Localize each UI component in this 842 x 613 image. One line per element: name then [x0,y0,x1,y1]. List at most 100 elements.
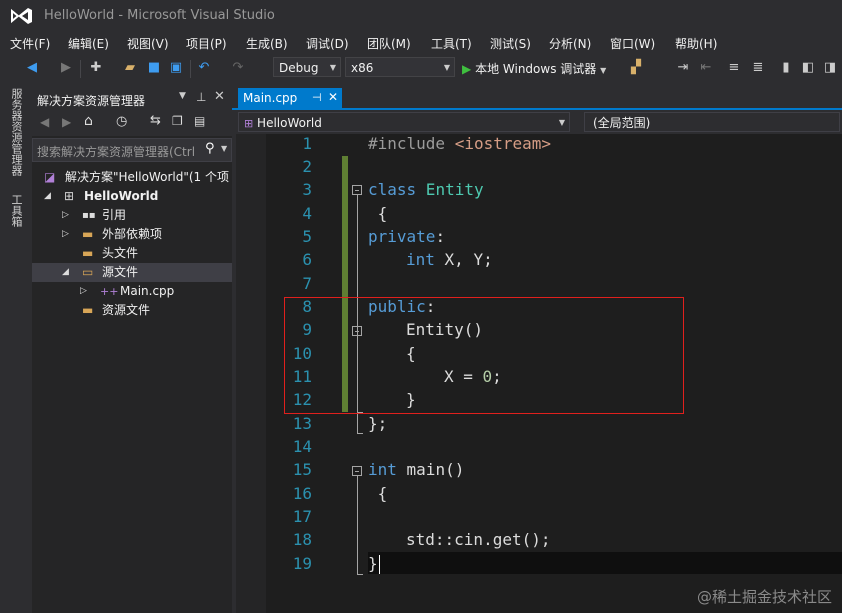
code-line-15[interactable]: int main() [368,460,464,479]
cpp-project-icon: ⊞ [244,117,254,130]
menu-view[interactable]: 视图(V) [127,35,169,52]
indicator-margin [236,134,266,613]
collapsed-arrow-icon[interactable]: ▷ [62,206,69,225]
menu-project[interactable]: 项目(P) [186,35,227,52]
member-scope-dropdown[interactable]: (全局范围) [584,112,840,132]
step-over-icon[interactable]: ⇤ [698,60,714,76]
browse-icon[interactable]: ▞ [628,60,644,76]
collapsed-arrow-icon[interactable]: ▷ [62,225,69,244]
menu-window[interactable]: 窗口(W) [610,35,655,52]
navigation-bar: ⊞ HelloWorld ▼ (全局范围) [232,110,842,134]
tree-item-references[interactable]: ▷ ▪▪ 引用 [32,206,232,225]
expanded-arrow-icon[interactable]: ◢ [44,187,51,206]
solution-explorer-search[interactable]: 搜索解决方案资源管理器(Ctrl ⚲ ▼ [32,138,232,162]
tree-item-header-files[interactable]: ▬ 头文件 [32,244,232,263]
project-scope-dropdown[interactable]: ⊞ HelloWorld ▼ [238,112,570,132]
tab-label: Main.cpp [243,91,298,105]
collapse-region-icon[interactable] [352,185,362,195]
code-line-18[interactable]: std::cin.get(); [406,530,551,549]
start-debugging-button[interactable]: ▶ 本地 Windows 调试器 ▼ [462,60,606,76]
configuration-select[interactable]: Debug ▼ [273,57,341,77]
code-line-5[interactable]: private: [368,227,445,246]
show-all-files-icon[interactable]: ▤ [194,114,205,128]
platform-select[interactable]: x86 ▼ [345,57,455,77]
pending-changes-icon[interactable]: ◷ [116,114,127,129]
solution-explorer-toolbar: ◀ ▶ ⌂ ◷ ⇆ ❐ ▤ [32,110,232,136]
tree-label: 源文件 [102,265,139,279]
menu-tools[interactable]: 工具(T) [431,35,472,52]
close-icon[interactable]: ✕ [214,89,225,104]
home-icon[interactable]: ⌂ [84,113,93,129]
tree-item-resource-files[interactable]: ▬ 资源文件 [32,301,232,320]
tree-label: 资源文件 [102,303,151,317]
save-all-icon[interactable]: ▣ [168,60,184,76]
next-bookmark-icon[interactable]: ◨ [822,60,838,76]
code-line-4[interactable]: { [368,204,388,223]
chevron-down-icon: ▼ [443,63,450,72]
comment-icon[interactable]: ≡ [726,60,742,76]
back-icon[interactable]: ◀ [40,115,49,129]
menu-help[interactable]: 帮助(H) [675,35,717,52]
keyword: int [406,250,435,269]
code-line-3[interactable]: class Entity [368,180,484,199]
tab-server-explorer[interactable]: 服务器资源管理器 [8,88,24,176]
project-scope-value: HelloWorld [257,116,322,130]
save-icon[interactable]: ■ [146,60,162,76]
code-line-13[interactable]: }; [368,414,387,433]
back-icon[interactable]: ◀ [24,60,40,76]
cpp-project-icon: ⊞ [64,189,75,203]
menu-bar: 文件(F) 编辑(E) 视图(V) 项目(P) 生成(B) 调试(D) 团队(M… [0,32,842,54]
start-debugging-label: 本地 Windows 调试器 [475,62,597,76]
line-number: 15 [292,460,312,479]
menu-team[interactable]: 团队(M) [367,35,411,52]
chevron-down-icon: ▼ [600,66,607,75]
redo-icon[interactable]: ↷ [230,60,246,76]
tree-item-source-files[interactable]: ◢ ▭ 源文件 [32,263,232,282]
tree-label: HelloWorld [84,189,159,203]
pin-icon[interactable]: ⊥ [196,90,206,104]
tab-toolbox[interactable]: 工具箱 [8,194,24,227]
code-line-19[interactable]: } [368,554,378,573]
menu-build[interactable]: 生成(B) [246,35,288,52]
tree-item-main-cpp[interactable]: ▷ ++ Main.cpp [32,282,232,301]
forward-icon[interactable]: ▶ [62,115,71,129]
code-line-16[interactable]: { [368,484,388,503]
open-folder-icon: ▭ [82,265,94,279]
pin-icon[interactable]: ⊣ [312,91,322,104]
chevron-down-icon[interactable]: ▼ [221,144,227,153]
menu-analyze[interactable]: 分析(N) [549,35,591,52]
expanded-arrow-icon[interactable]: ◢ [62,263,69,282]
collapse-all-icon[interactable]: ❐ [172,114,183,128]
step-icon[interactable]: ⇥ [675,60,691,76]
tree-item-project[interactable]: ◢ ⊞ HelloWorld [32,187,232,206]
code-line-6[interactable]: int X, Y; [406,250,493,269]
search-icon[interactable]: ⚲ [205,141,215,156]
new-project-icon[interactable]: ✚ [88,60,104,76]
prev-bookmark-icon[interactable]: ◧ [800,60,816,76]
tree-item-external-dependencies[interactable]: ▷ ▬ 外部依赖项 [32,225,232,244]
preprocessor-directive: #include [368,134,455,153]
undo-icon[interactable]: ↶ [196,60,212,76]
include-path: <iostream> [454,134,552,153]
menu-file[interactable]: 文件(F) [10,35,50,52]
toolbar-separator [80,60,81,78]
menu-edit[interactable]: 编辑(E) [68,35,109,52]
forward-icon[interactable]: ▶ [58,60,74,76]
menu-debug[interactable]: 调试(D) [306,35,349,52]
toolbar-separator [190,60,191,78]
tree-item-solution[interactable]: ◪ 解决方案"HelloWorld"(1 个项 [32,168,232,187]
bookmark-icon[interactable]: ▮ [778,60,794,76]
menu-test[interactable]: 测试(S) [490,35,531,52]
toolbar: ◀ ▶ ✚ ▰ ■ ▣ ↶ ↷ Debug ▼ x86 ▼ ▶ 本地 Windo… [0,54,842,82]
window-position-icon[interactable]: ▼ [179,91,186,101]
uncomment-icon[interactable]: ≣ [750,60,766,76]
fold-guide [357,433,363,434]
collapsed-arrow-icon[interactable]: ▷ [80,282,87,301]
close-icon[interactable]: ✕ [328,90,338,104]
open-folder-icon[interactable]: ▰ [122,60,138,76]
collapse-region-icon[interactable] [352,466,362,476]
tab-main-cpp[interactable]: Main.cpp ⊣ ✕ [238,88,342,110]
folder-icon: ▬ [82,227,94,241]
sync-icon[interactable]: ⇆ [150,113,161,128]
code-line-1[interactable]: #include <iostream> [368,134,551,153]
